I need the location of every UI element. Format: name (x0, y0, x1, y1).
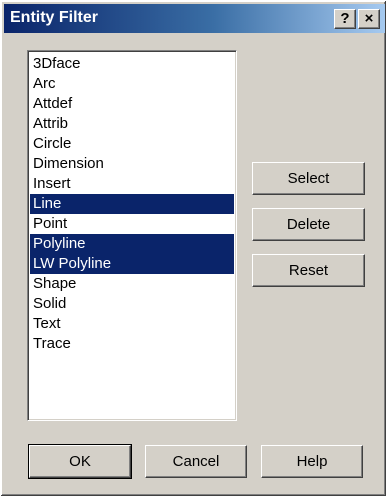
list-item[interactable]: Polyline (30, 234, 234, 254)
list-item[interactable]: Point (30, 214, 234, 234)
list-item[interactable]: Circle (30, 134, 234, 154)
reset-button[interactable]: Reset (252, 254, 365, 287)
cancel-button[interactable]: Cancel (145, 445, 247, 478)
list-item[interactable]: Line (30, 194, 234, 214)
entity-type-list[interactable]: 3Dface Arc Attdef Attrib Circle Dimension Inse… (27, 50, 237, 421)
close-icon[interactable]: × (358, 9, 380, 29)
ok-button[interactable]: OK (28, 444, 132, 479)
help-question-icon[interactable]: ? (334, 9, 356, 29)
list-item[interactable]: 3Dface (30, 54, 234, 74)
list-item[interactable]: Dimension (30, 154, 234, 174)
entity-filter-dialog: Entity Filter ? × 3Dface Arc Attdef Attrib C… (0, 0, 387, 497)
list-item[interactable]: Trace (30, 334, 234, 354)
dialog-title: Entity Filter (10, 9, 99, 26)
list-item[interactable]: Insert (30, 174, 234, 194)
list-item[interactable]: Text (30, 314, 234, 334)
select-button[interactable]: Select (252, 162, 365, 195)
list-item[interactable]: Solid (30, 294, 234, 314)
title-bar[interactable]: Entity Filter ? × (4, 4, 385, 33)
help-button[interactable]: Help (261, 445, 363, 478)
list-item[interactable]: Attdef (30, 94, 234, 114)
list-item[interactable]: Attrib (30, 114, 234, 134)
list-item[interactable]: Arc (30, 74, 234, 94)
list-item[interactable]: LW Polyline (30, 254, 234, 274)
delete-button[interactable]: Delete (252, 208, 365, 241)
list-item[interactable]: Shape (30, 274, 234, 294)
